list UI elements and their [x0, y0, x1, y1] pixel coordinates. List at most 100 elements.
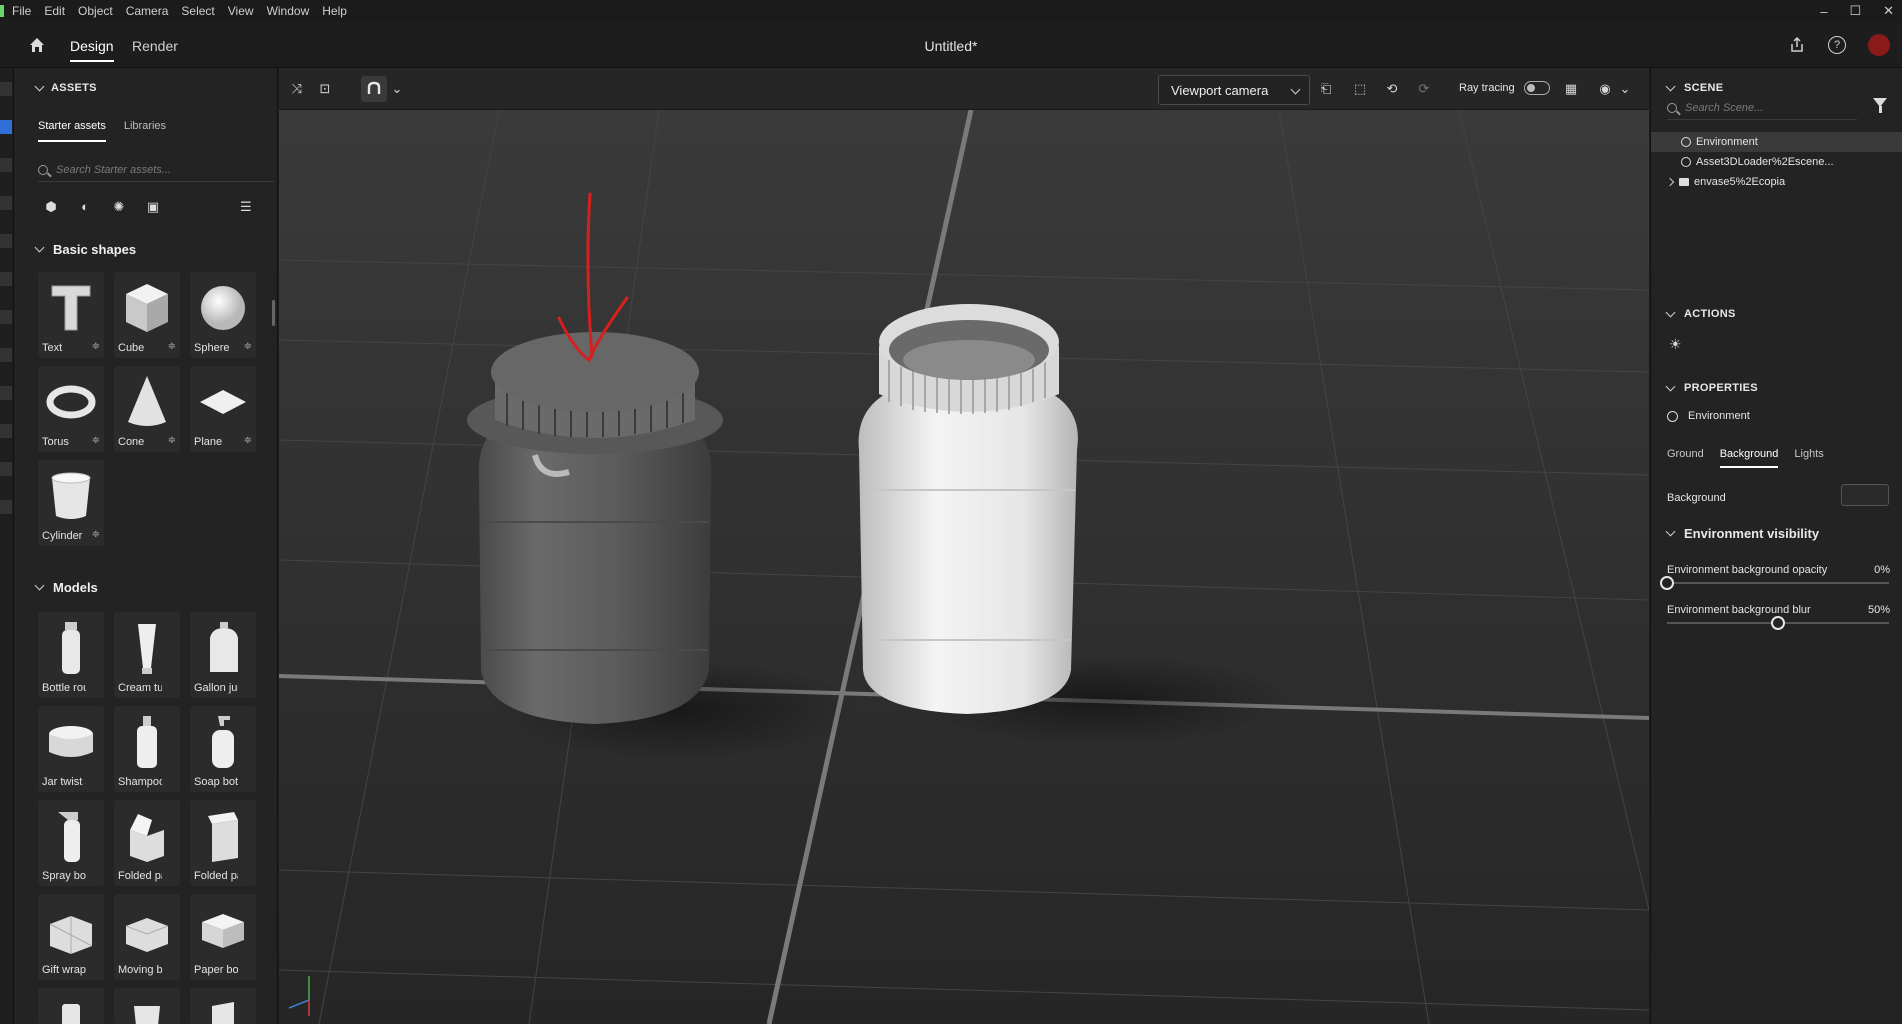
asset-tile-spray-bottle[interactable]: Spray bott...: [38, 800, 104, 886]
tab-starter-assets[interactable]: Starter assets: [38, 120, 106, 142]
asset-tile-torus[interactable]: Torus ≑: [38, 366, 104, 452]
blur-slider-knob[interactable]: [1771, 616, 1785, 630]
scene-header[interactable]: SCENE: [1665, 81, 1723, 94]
snap-button[interactable]: [361, 76, 387, 102]
menu-window[interactable]: Window: [267, 4, 310, 18]
camera-orbit-icon[interactable]: ⟲: [1384, 81, 1400, 97]
tool-scale-icon[interactable]: [0, 234, 12, 248]
asset-tile-text[interactable]: Text ≑: [38, 272, 104, 358]
eye-icon[interactable]: ◉: [1597, 81, 1613, 97]
asset-tile-cream-tube[interactable]: Cream tube: [114, 612, 180, 698]
tool-eyedropper-icon[interactable]: [0, 310, 12, 324]
asset-tile-paper-box[interactable]: Paper box ...: [190, 894, 256, 980]
camera-bookmark-icon[interactable]: ⎗: [1318, 81, 1334, 97]
scene-item-envase[interactable]: envase5%2Ecopia: [1651, 172, 1902, 192]
menu-edit[interactable]: Edit: [44, 4, 65, 18]
asset-tile-folded-package-1[interactable]: Folded pa...: [114, 800, 180, 886]
frame-selection-icon[interactable]: ⊡: [317, 81, 333, 97]
tool-magic-wand-icon[interactable]: [0, 272, 12, 286]
asset-tile-gift-wrap[interactable]: Gift wrapp...: [38, 894, 104, 980]
menu-select[interactable]: Select: [181, 4, 214, 18]
group-basic-shapes[interactable]: Basic shapes: [34, 242, 136, 257]
avatar[interactable]: [1868, 34, 1890, 56]
tool-select-icon[interactable]: [0, 120, 12, 134]
adjust-icon[interactable]: ≑: [244, 435, 252, 446]
asset-tile-partial[interactable]: [38, 988, 104, 1024]
chevron-right-icon[interactable]: [1665, 177, 1675, 187]
camera-reset-icon[interactable]: ⟳: [1416, 81, 1432, 97]
assets-search-input[interactable]: Search Starter assets...: [38, 158, 274, 182]
adjust-icon[interactable]: ≑: [168, 435, 176, 446]
help-icon[interactable]: ?: [1828, 36, 1846, 54]
asset-tile-cube[interactable]: Cube ≑: [114, 272, 180, 358]
opacity-slider-track[interactable]: [1667, 582, 1889, 584]
asset-tile-cone[interactable]: Cone ≑: [114, 366, 180, 452]
materials-filter-icon[interactable]: ◐: [78, 200, 92, 214]
tool-rotate-icon[interactable]: [0, 196, 12, 210]
asset-tile-jar-twist[interactable]: Jar twist s...: [38, 706, 104, 792]
adjust-icon[interactable]: ≑: [92, 529, 100, 540]
tool-orbit-icon[interactable]: [0, 348, 12, 362]
scene-item-asset3dloader[interactable]: Asset3DLoader%2Escene...: [1651, 152, 1902, 172]
camera-frame-icon[interactable]: ⬚: [1352, 81, 1368, 97]
models-filter-icon[interactable]: ⬢: [44, 200, 58, 214]
tab-background[interactable]: Background: [1719, 448, 1779, 468]
tab-lights[interactable]: Lights: [1794, 448, 1823, 468]
viewport[interactable]: ⤨ ⊡ ⌄ Viewport camera ⎗ ⬚ ⟲ ⟳ Ray tracin…: [279, 68, 1649, 1024]
asset-tile-folded-package-2[interactable]: Folded pa...: [190, 800, 256, 886]
asset-tile-sphere[interactable]: Sphere ≑: [190, 272, 256, 358]
share-icon[interactable]: [1788, 36, 1806, 54]
lights-filter-icon[interactable]: ✺: [112, 200, 126, 214]
raytracing-toggle[interactable]: [1524, 81, 1550, 95]
asset-tile-partial[interactable]: [190, 988, 256, 1024]
menu-file[interactable]: File: [12, 4, 31, 18]
adjust-icon[interactable]: ≑: [244, 341, 252, 352]
adjust-icon[interactable]: ≑: [168, 341, 176, 352]
transform-gizmo-icon[interactable]: ⤨: [289, 81, 305, 97]
tab-libraries[interactable]: Libraries: [124, 120, 166, 142]
menu-object[interactable]: Object: [78, 4, 113, 18]
tool-zoom-icon[interactable]: [0, 462, 12, 476]
asset-tile-partial[interactable]: [114, 988, 180, 1024]
group-models[interactable]: Models: [34, 580, 98, 595]
images-filter-icon[interactable]: ▣: [146, 200, 160, 214]
actions-header[interactable]: ACTIONS: [1665, 307, 1736, 320]
opacity-slider-knob[interactable]: [1660, 576, 1674, 590]
list-view-icon[interactable]: ☰: [240, 200, 254, 214]
env-visibility-header[interactable]: Environment visibility: [1665, 526, 1819, 541]
tab-ground[interactable]: Ground: [1667, 448, 1704, 468]
background-color-swatch[interactable]: [1841, 484, 1889, 506]
lighting-action-icon[interactable]: ☀: [1669, 336, 1682, 353]
asset-tile-soap-bottle[interactable]: Soap bottle: [190, 706, 256, 792]
asset-tile-shampoo[interactable]: Shampoo ...: [114, 706, 180, 792]
minimize-button[interactable]: –: [1820, 4, 1827, 19]
camera-select[interactable]: Viewport camera: [1158, 75, 1310, 105]
menu-view[interactable]: View: [228, 4, 254, 18]
jar-with-lid[interactable]: [467, 332, 723, 724]
menu-camera[interactable]: Camera: [126, 4, 169, 18]
asset-tile-plane[interactable]: Plane ≑: [190, 366, 256, 452]
asset-tile-cylinder[interactable]: Cylinder ≑: [38, 460, 104, 546]
assets-scrollbar[interactable]: [272, 300, 275, 326]
scene-item-environment[interactable]: Environment: [1651, 132, 1902, 152]
chevron-down-icon[interactable]: ⌄: [389, 81, 405, 97]
filter-icon[interactable]: [1873, 98, 1887, 113]
render-settings-icon[interactable]: ▦: [1563, 81, 1579, 97]
menu-help[interactable]: Help: [322, 4, 347, 18]
asset-tile-moving-box[interactable]: Moving bo...: [114, 894, 180, 980]
adjust-icon[interactable]: ≑: [92, 341, 100, 352]
asset-tile-gallon-jug[interactable]: Gallon jug: [190, 612, 256, 698]
tool-add-icon[interactable]: [0, 82, 12, 96]
tool-move-icon[interactable]: [0, 158, 12, 172]
tool-pan-icon[interactable]: [0, 386, 12, 400]
assets-header[interactable]: ASSETS: [34, 81, 97, 94]
jar-open[interactable]: [858, 304, 1078, 714]
properties-header[interactable]: PROPERTIES: [1665, 381, 1758, 394]
scene-search-input[interactable]: Search Scene...: [1667, 96, 1857, 120]
asset-tile-bottle-round[interactable]: Bottle rou...: [38, 612, 104, 698]
tool-dolly-icon[interactable]: [0, 424, 12, 438]
close-window-button[interactable]: ✕: [1883, 3, 1894, 19]
viewport-canvas[interactable]: [279, 110, 1649, 1024]
adjust-icon[interactable]: ≑: [92, 435, 100, 446]
tool-hand-icon[interactable]: [0, 500, 12, 514]
